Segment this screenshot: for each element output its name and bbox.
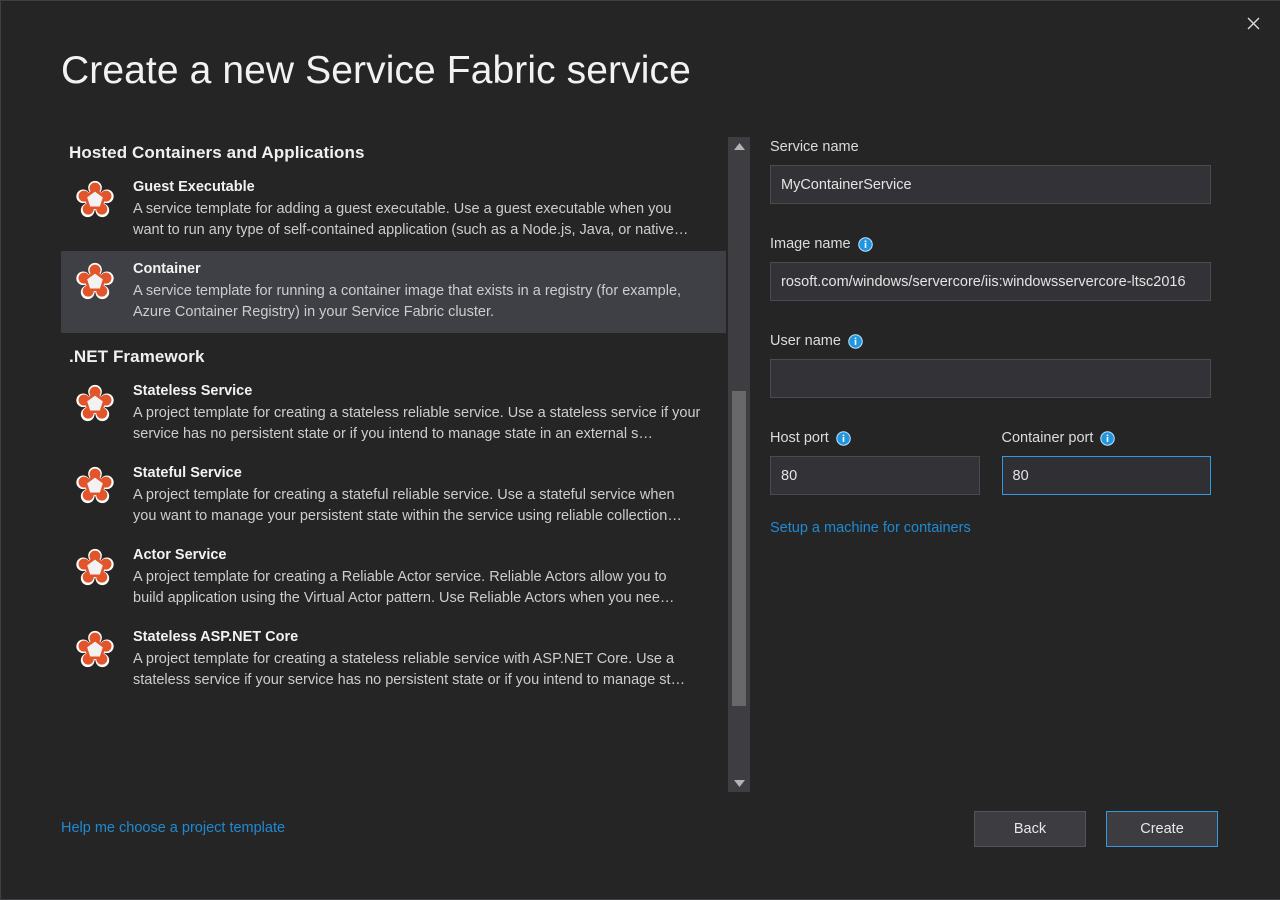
- template-description: A service template for adding a guest ex…: [133, 199, 701, 241]
- template-item-stateful-service[interactable]: Stateful Service A project template for …: [61, 455, 726, 537]
- scrollbar-thumb[interactable]: [732, 391, 746, 706]
- template-description: A project template for creating a Reliab…: [133, 567, 701, 609]
- help-choose-template-link[interactable]: Help me choose a project template: [61, 820, 285, 836]
- image-name-label: Image name: [770, 234, 1211, 254]
- image-name-input[interactable]: [770, 262, 1211, 301]
- info-icon[interactable]: [858, 237, 873, 252]
- group-heading-dotnet-framework: .NET Framework: [61, 333, 726, 373]
- container-port-group: Container port: [1002, 428, 1212, 495]
- info-icon[interactable]: [836, 431, 851, 446]
- template-item-actor-service[interactable]: Actor Service A project template for cre…: [61, 537, 726, 619]
- user-name-input[interactable]: [770, 359, 1211, 398]
- host-port-input[interactable]: [770, 456, 980, 495]
- user-name-label: User name: [770, 331, 1211, 351]
- setup-machine-for-containers-link[interactable]: Setup a machine for containers: [770, 520, 971, 536]
- image-name-label-text: Image name: [770, 234, 851, 254]
- container-port-label: Container port: [1002, 428, 1212, 448]
- service-fabric-icon: [69, 545, 121, 593]
- user-name-label-text: User name: [770, 331, 841, 351]
- chevron-up-icon: [734, 143, 745, 150]
- template-list[interactable]: stateful service when you want to manage…: [61, 129, 726, 793]
- host-port-group: Host port: [770, 428, 980, 495]
- service-fabric-icon: [69, 381, 121, 429]
- scroll-up-button[interactable]: [728, 137, 750, 155]
- close-button[interactable]: [1234, 7, 1272, 39]
- template-title: Stateful Service: [133, 463, 718, 483]
- chevron-down-icon: [734, 780, 745, 787]
- template-item-container[interactable]: Container A service template for running…: [61, 251, 726, 333]
- service-name-label: Service name: [770, 137, 1211, 157]
- back-button[interactable]: Back: [974, 811, 1086, 847]
- template-description: A project template for creating a statel…: [133, 403, 701, 445]
- template-description: A service template for running a contain…: [133, 281, 701, 323]
- service-fabric-icon: [69, 627, 121, 675]
- template-list-scrollbar[interactable]: [728, 137, 750, 792]
- template-description: A project template for creating a statel…: [133, 649, 701, 691]
- service-fabric-icon: [69, 463, 121, 511]
- template-title: Actor Service: [133, 545, 718, 565]
- template-title: Guest Executable: [133, 177, 718, 197]
- info-icon[interactable]: [848, 334, 863, 349]
- user-name-group: User name: [770, 331, 1211, 398]
- service-name-group: Service name: [770, 137, 1211, 204]
- image-name-group: Image name: [770, 234, 1211, 301]
- service-name-label-text: Service name: [770, 137, 859, 157]
- close-icon: [1247, 17, 1260, 30]
- template-title: Container: [133, 259, 718, 279]
- template-item-stateless-aspnet-core[interactable]: Stateless ASP.NET Core A project templat…: [61, 619, 726, 701]
- service-settings-form: Service name Image name User name: [770, 137, 1211, 537]
- host-port-label: Host port: [770, 428, 980, 448]
- template-description: A project template for creating a statef…: [133, 485, 701, 527]
- template-item-guest-executable[interactable]: Guest Executable A service template for …: [61, 169, 726, 251]
- container-port-input[interactable]: [1002, 456, 1212, 495]
- host-port-label-text: Host port: [770, 428, 829, 448]
- group-heading-hosted-containers: Hosted Containers and Applications: [61, 129, 726, 169]
- template-title: Stateless Service: [133, 381, 718, 401]
- container-port-label-text: Container port: [1002, 428, 1094, 448]
- create-service-dialog: Create a new Service Fabric service stat…: [0, 0, 1280, 900]
- create-button[interactable]: Create: [1106, 811, 1218, 847]
- scroll-down-button[interactable]: [728, 774, 750, 792]
- service-fabric-icon: [69, 177, 121, 225]
- dialog-footer: Back Create: [974, 811, 1218, 847]
- info-icon[interactable]: [1100, 431, 1115, 446]
- service-name-input[interactable]: [770, 165, 1211, 204]
- template-title: Stateless ASP.NET Core: [133, 627, 718, 647]
- ports-group: Host port Container port: [770, 428, 1211, 495]
- template-item-stateless-service[interactable]: Stateless Service A project template for…: [61, 373, 726, 455]
- page-title: Create a new Service Fabric service: [61, 50, 691, 93]
- service-fabric-icon: [69, 259, 121, 307]
